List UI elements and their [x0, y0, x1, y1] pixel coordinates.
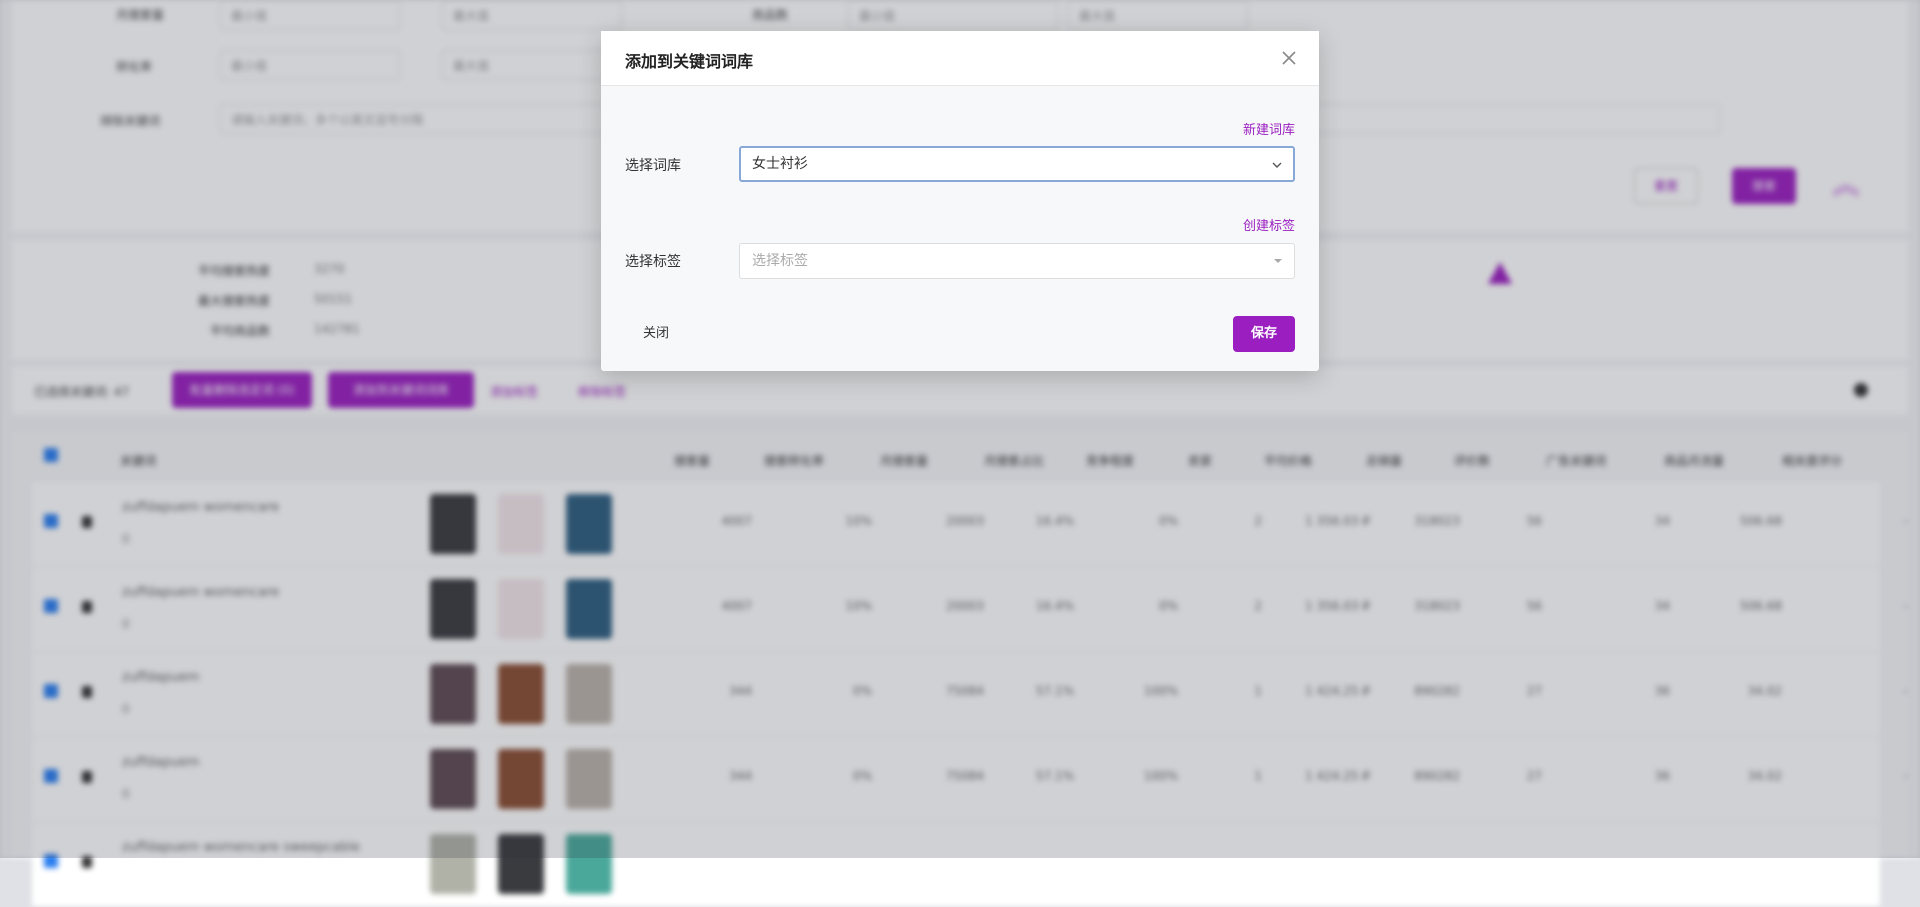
create-tag-link[interactable]: 创建标签 [1243, 215, 1295, 234]
add-to-library-dialog: 添加到关键词词库 新建词库 选择词库 女士衬衫 创建标签 选择标签 选择标签 关… [601, 31, 1319, 371]
tag-select[interactable]: 选择标签 [739, 243, 1295, 279]
dialog-close-button[interactable]: 关闭 [643, 322, 669, 341]
new-library-link[interactable]: 新建词库 [1243, 119, 1295, 138]
tag-label: 选择标签 [625, 254, 681, 270]
library-select-value: 女士衬衫 [752, 156, 808, 172]
dialog-title: 添加到关键词词库 [625, 52, 754, 71]
chevron-down-icon [1272, 162, 1282, 168]
tag-select-placeholder: 选择标签 [752, 253, 808, 269]
library-label: 选择词库 [625, 158, 681, 174]
close-icon[interactable] [1279, 48, 1299, 68]
library-select[interactable]: 女士衬衫 [739, 146, 1295, 182]
dialog-header: 添加到关键词词库 [601, 31, 1319, 86]
save-button[interactable]: 保存 [1233, 316, 1295, 352]
caret-down-icon [1274, 259, 1282, 263]
